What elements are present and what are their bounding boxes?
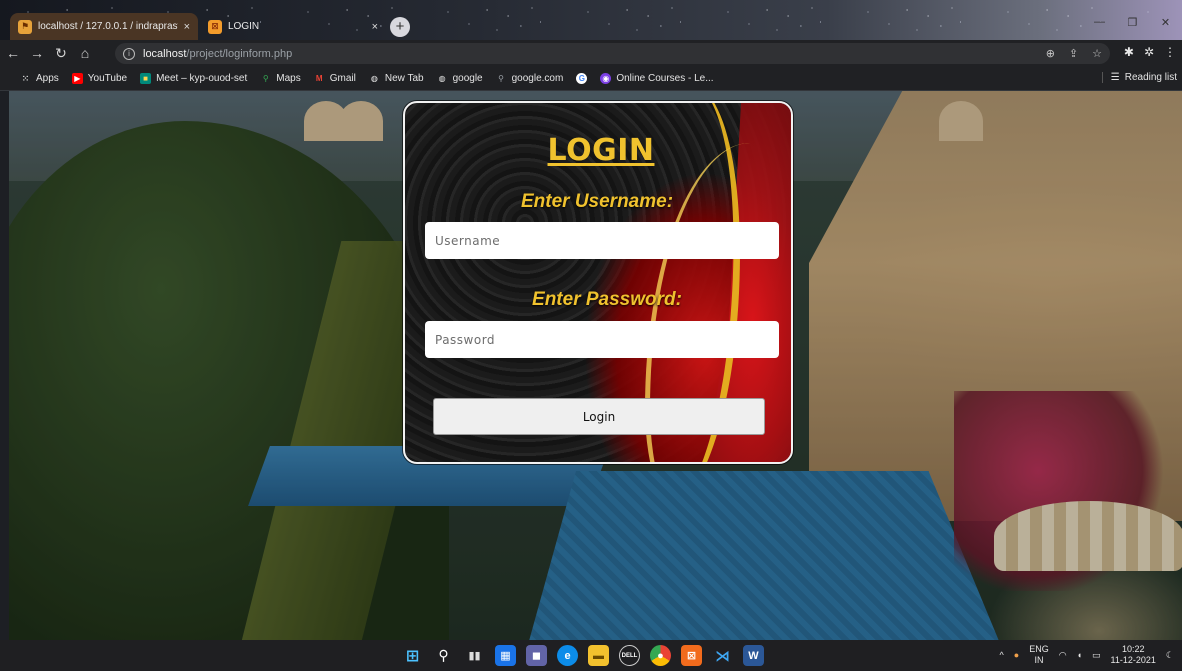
reading-list-button[interactable]: ☰ Reading list — [1101, 72, 1177, 83]
word-icon[interactable]: W — [743, 645, 764, 666]
taskbar-apps: ⊞ ⚲ ▮▮ ▦ ◼ e ▬ DELL ● ⊠ ⋊ W — [402, 645, 764, 666]
edge-icon[interactable]: e — [557, 645, 578, 666]
microphone-icon[interactable]: ● — [1014, 650, 1019, 660]
extension-icon[interactable]: ✱ — [1124, 45, 1134, 59]
bookmark-apps[interactable]: ⁙ Apps — [20, 73, 59, 84]
search-icon: ⚲ — [498, 73, 505, 83]
gmail-icon: M — [315, 73, 323, 83]
forward-arrow-icon[interactable]: → — [26, 45, 48, 61]
login-button[interactable]: Login — [433, 398, 765, 435]
tab-login[interactable]: ⊠ LOGIN × — [200, 13, 386, 40]
chevron-up-icon[interactable]: ^ — [1000, 650, 1004, 660]
windows-taskbar: ⊞ ⚲ ▮▮ ▦ ◼ e ▬ DELL ● ⊠ ⋊ W ^ ● ENG IN ◠… — [0, 640, 1182, 671]
xampp-icon: ⊠ — [208, 19, 222, 34]
file-explorer-icon[interactable]: ▬ — [588, 645, 609, 666]
language-indicator[interactable]: ENG IN — [1029, 644, 1049, 666]
bookmark-youtube[interactable]: ▶ YouTube — [71, 72, 128, 84]
battery-icon[interactable]: ▭ — [1092, 650, 1101, 661]
maps-icon: ⚲ — [262, 73, 269, 83]
region-code: IN — [1034, 655, 1044, 665]
google-icon: G — [576, 72, 588, 84]
teams-chat-icon[interactable]: ◼ — [526, 645, 547, 666]
username-input[interactable] — [425, 222, 779, 259]
url-host: localhost — [143, 47, 187, 60]
wifi-icon[interactable]: ◠ — [1059, 650, 1067, 661]
globe-icon: ◍ — [438, 73, 446, 83]
new-tab-button[interactable]: + — [390, 17, 410, 37]
bookmark-label: YouTube — [87, 72, 128, 84]
bookmark-google-com[interactable]: ⚲ google.com — [496, 72, 564, 84]
site-info-icon[interactable]: i — [123, 47, 135, 60]
dell-icon[interactable]: DELL — [619, 645, 640, 666]
tab-phpmyadmin[interactable]: ⚑ localhost / 127.0.0.1 / indraprasth × — [10, 13, 198, 40]
volume-icon[interactable]: ◖ — [1077, 650, 1082, 660]
url-path: /project/loginform.php — [186, 47, 293, 60]
reading-list-label: Reading list — [1124, 72, 1177, 83]
bookmark-label: Apps — [36, 72, 59, 84]
puzzle-extensions-icon[interactable]: ✲ — [1144, 45, 1154, 59]
maximize-icon[interactable]: ❐ — [1116, 12, 1149, 32]
courses-icon: ◉ — [600, 72, 612, 84]
task-view-icon[interactable]: ▮▮ — [464, 645, 485, 666]
bookmark-label: google.com — [511, 72, 564, 84]
globe-icon: ◍ — [370, 73, 378, 83]
language-code: ENG — [1029, 644, 1049, 654]
bookmark-google[interactable]: ◍ google — [437, 73, 483, 84]
window-close-icon[interactable]: ✕ — [1149, 12, 1182, 32]
reading-list-icon: ☰ — [1110, 72, 1120, 83]
chrome-menu-icon[interactable]: ⋮ — [1164, 45, 1176, 59]
system-tray: ^ ● ENG IN ◠ ◖ ▭ 10:22 11-12-2021 ☾ — [1000, 644, 1174, 666]
bookmark-label: Meet – kyp-ouod-set — [156, 72, 248, 84]
address-bar-row: ← → ↻ ⌂ i localhost /project/loginform.p… — [0, 40, 1182, 66]
phpmyadmin-icon: ⚑ — [18, 19, 32, 34]
password-label: Enter Password: — [532, 289, 682, 310]
password-input[interactable] — [425, 321, 779, 358]
reload-icon[interactable]: ↻ — [50, 45, 72, 62]
vscode-icon[interactable]: ⋊ — [712, 645, 733, 666]
login-title: LOGIN — [547, 133, 655, 168]
username-label: Enter Username: — [520, 191, 674, 212]
zoom-icon[interactable]: ⊕ — [1046, 47, 1055, 60]
bookmark-maps[interactable]: ⚲ Maps — [260, 72, 301, 84]
login-form-card: LOGIN Enter Username: Enter Password: Lo… — [403, 101, 793, 464]
bookmark-label: Maps — [276, 72, 301, 84]
windows-start-icon[interactable]: ⊞ — [402, 645, 423, 666]
apps-grid-icon: ⁙ — [22, 73, 29, 83]
clock-time: 10:22 — [1121, 644, 1145, 654]
clock-date: 11-12-2021 — [1110, 655, 1156, 665]
home-icon[interactable]: ⌂ — [74, 45, 96, 61]
share-icon[interactable]: ⇪ — [1069, 47, 1078, 60]
widgets-icon[interactable]: ▦ — [495, 645, 516, 666]
minimize-icon[interactable]: — — [1083, 12, 1116, 32]
search-icon[interactable]: ⚲ — [433, 645, 454, 666]
tab-label: localhost / 127.0.0.1 / indraprasth — [38, 21, 178, 32]
bookmark-online-courses[interactable]: ◉ Online Courses - Le... — [600, 72, 714, 84]
bookmark-new-tab[interactable]: ◍ New Tab — [369, 73, 424, 84]
window-controls: — ❐ ✕ — [1083, 12, 1182, 32]
bookmark-label: google — [452, 72, 483, 84]
back-arrow-icon[interactable]: ← — [2, 45, 24, 61]
meet-icon: ■ — [140, 72, 152, 84]
clock[interactable]: 10:22 11-12-2021 — [1111, 644, 1156, 666]
bookmark-label: New Tab — [384, 72, 424, 84]
bookmark-gmail[interactable]: M Gmail — [314, 73, 356, 84]
close-icon[interactable]: × — [184, 21, 190, 33]
close-icon[interactable]: × — [372, 21, 378, 33]
xampp-icon[interactable]: ⊠ — [681, 645, 702, 666]
browser-tab-strip: ⚑ localhost / 127.0.0.1 / indraprasth × … — [0, 0, 1182, 40]
extensions-area: ✱ ✲ ⋮ — [1124, 45, 1176, 59]
notifications-icon[interactable]: ☾ — [1166, 650, 1174, 661]
bookmark-google-logo[interactable]: G — [576, 72, 588, 84]
bookmark-label: Gmail — [329, 72, 356, 84]
omnibox-actions: ⊕ ⇪ ☆ — [1046, 47, 1102, 60]
bookmark-label: Online Courses - Le... — [616, 72, 714, 84]
bookmark-star-icon[interactable]: ☆ — [1092, 47, 1102, 60]
bookmark-meet[interactable]: ■ Meet – kyp-ouod-set — [140, 72, 248, 84]
youtube-icon: ▶ — [71, 72, 83, 84]
tab-label: LOGIN — [228, 21, 260, 32]
bookmarks-bar: ⁙ Apps ▶ YouTube ■ Meet – kyp-ouod-set ⚲… — [0, 66, 1182, 91]
url-omnibox[interactable]: i localhost /project/loginform.php ⊕ ⇪ ☆ — [115, 43, 1110, 64]
chrome-icon[interactable]: ● — [650, 645, 671, 666]
